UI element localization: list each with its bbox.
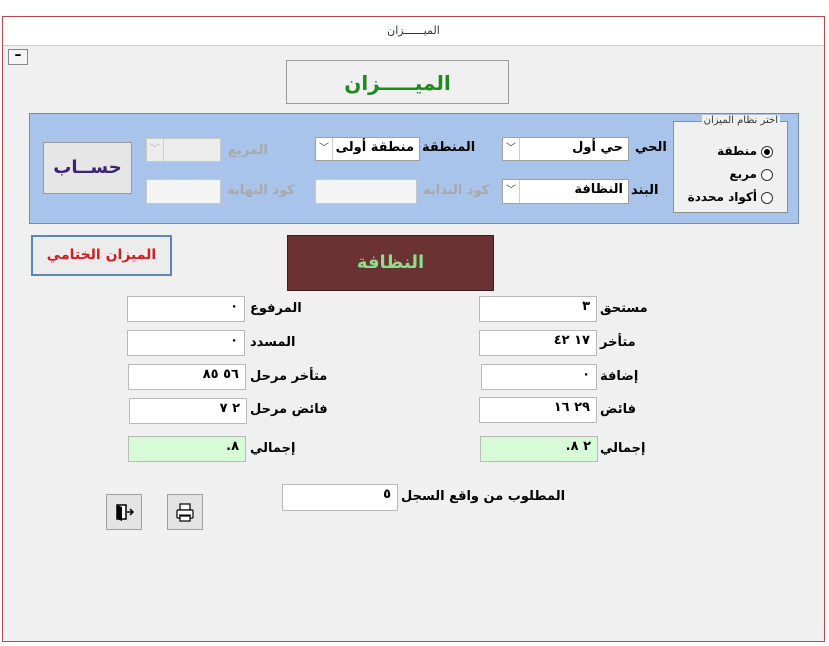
radio-icon[interactable] [761,168,773,181]
surplus-label: فائض [600,402,637,417]
due-label: مستحق [600,301,648,316]
overdue-label: متأخر [600,335,636,350]
final-balance-button[interactable]: الميزان الختامي [31,235,172,276]
radio-icon[interactable] [761,191,773,204]
chevron-down-icon[interactable]: ﹀ [503,180,520,203]
overdue-value: ١٧ ٤٢ [479,330,597,356]
exit-icon [116,504,135,521]
start-code-input[interactable] [315,179,417,204]
item-value: النظافة [574,182,623,197]
paid-value: ٠ [127,330,245,356]
area-label: المنطقة [422,140,476,155]
chevron-down-icon[interactable]: ﹀ [503,138,520,160]
surplus-value: ٢٩ ١٦ [479,397,597,423]
radio-area[interactable]: منطقة [717,144,773,158]
square-select[interactable]: ﹀ [146,138,221,162]
window-title: الميــــــزان [387,24,440,37]
carried-surplus-value: ٢ ٧ [129,398,247,424]
exit-button[interactable] [106,494,142,530]
required-value: ٥ [282,484,398,511]
right-total-label: إجمالي [250,441,296,456]
category-banner: النظافة [287,235,494,291]
district-select[interactable]: حي أول ﹀ [502,137,629,161]
print-button[interactable] [167,494,203,530]
raised-label: المرفوع [250,301,302,316]
district-value: حي أول [572,140,623,155]
chevron-down-icon[interactable]: ﹀ [147,139,164,161]
right-total-value: ٨. [128,436,246,462]
item-select[interactable]: النظافة ﹀ [502,179,629,204]
printer-icon [176,503,194,522]
page-title: الميـــــزان [286,60,509,104]
carried-surplus-label: فائض مرحل [250,402,328,417]
required-label: المطلوب من واقع السجل [401,489,566,504]
balance-system-legend: اختر نظام الميزان [701,115,780,126]
raised-value: ٠ [127,296,245,322]
area-value: منطقة أولى [335,140,414,155]
carried-overdue-value: ٥٦ ٨٥ [128,364,246,390]
radio-specific-codes[interactable]: أكواد محددة [688,190,773,204]
radio-selected-icon[interactable] [761,145,773,158]
calculate-button[interactable]: حســاب [43,142,132,194]
left-total-label: إجمالي [600,441,646,456]
minimize-button[interactable]: – [8,48,28,65]
app-window: الميــــــزان – الميـــــزان الحي حي أول… [2,16,825,642]
addition-value: ٠ [481,364,597,390]
chevron-down-icon[interactable]: ﹀ [316,138,333,160]
addition-label: إضافة [600,369,639,384]
balance-system-group: اختر نظام الميزان منطقة مربع أكواد محددة [673,115,788,213]
start-code-label: كود البداية [423,183,490,198]
paid-label: المسدد [250,335,296,350]
end-code-label: كود النهاية [227,183,295,198]
square-label: المربع [228,143,268,158]
item-label: البند [631,183,659,198]
radio-square[interactable]: مربع [729,167,773,181]
district-label: الحي [635,140,667,155]
due-value: ٣ [479,296,597,322]
end-code-input[interactable] [146,179,221,204]
area-select[interactable]: منطقة أولى ﹀ [315,137,420,161]
title-bar: الميــــــزان [3,17,824,46]
left-total-value: ٢ ٨. [480,436,598,462]
carried-overdue-label: متأخر مرحل [250,369,328,384]
